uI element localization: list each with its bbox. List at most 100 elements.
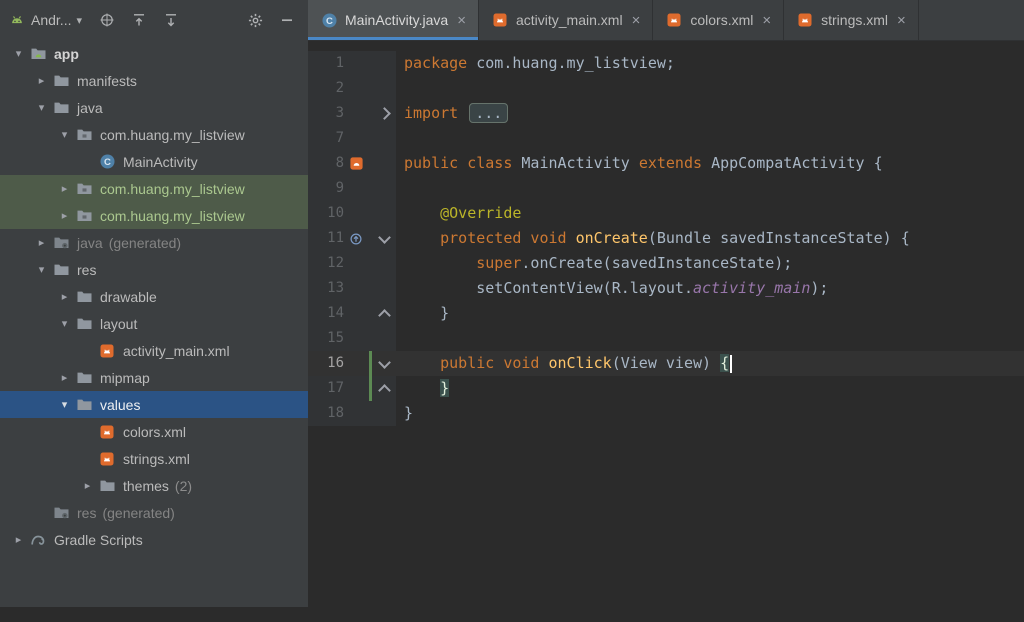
tree-item-com-huang-my-listview[interactable]: ▸ com.huang.my_listview — [0, 175, 308, 202]
tree-item-mipmap[interactable]: ▸ mipmap — [0, 364, 308, 391]
tree-item-colors-xml[interactable]: colors.xml — [0, 418, 308, 445]
tree-item-gradle-scripts[interactable]: ▸ Gradle Scripts — [0, 526, 308, 553]
code-editor[interactable]: 1 package com.huang.my_listview; 2 3 import … — [308, 41, 1024, 426]
tree-item-values[interactable]: ▾ values — [0, 391, 308, 418]
project-toolbar: Andr... ▾ — [0, 0, 308, 40]
settings-icon[interactable] — [246, 11, 264, 29]
line-number: 1 — [335, 55, 344, 71]
chevron-down-icon[interactable]: ▾ — [54, 317, 75, 330]
tree-item-java[interactable]: ▸ java (generated) — [0, 229, 308, 256]
change-marker-slot — [368, 301, 374, 326]
code-text[interactable]: @Override — [396, 201, 521, 226]
fold-marker-collapsed-icon[interactable] — [377, 107, 391, 120]
tree-item-manifests[interactable]: ▸ manifests — [0, 67, 308, 94]
chevron-down-icon[interactable]: ▾ — [31, 263, 52, 276]
code-text[interactable]: package com.huang.my_listview; — [396, 51, 675, 76]
chevron-down-icon[interactable]: ▾ — [54, 398, 75, 411]
line-number: 17 — [327, 380, 344, 396]
code-text[interactable]: } — [396, 301, 449, 326]
tab-mainactivity-java[interactable]: C MainActivity.java × — [308, 0, 479, 40]
tab-activity-main-xml[interactable]: activity_main.xml × — [479, 0, 654, 40]
chevron-right-icon[interactable]: ▸ — [31, 74, 52, 87]
chevron-right-icon[interactable]: ▸ — [54, 290, 75, 303]
android-logo-icon — [8, 11, 26, 29]
close-icon[interactable]: × — [632, 13, 641, 28]
chevron-right-icon[interactable]: ▸ — [54, 209, 75, 222]
chevron-right-icon[interactable]: ▸ — [54, 371, 75, 384]
code-text[interactable]: import ... — [396, 101, 509, 126]
fold-marker-start-icon[interactable] — [377, 355, 391, 369]
tree-item-suffix: (generated) — [102, 504, 175, 521]
code-text[interactable]: super.onCreate(savedInstanceState); — [396, 251, 792, 276]
chevron-right-icon[interactable]: ▸ — [31, 236, 52, 249]
change-marker-slot — [368, 251, 374, 276]
chevron-right-icon[interactable]: ▸ — [77, 479, 98, 492]
tree-item-app[interactable]: ▾ app — [0, 40, 308, 67]
tree-item-drawable[interactable]: ▸ drawable — [0, 283, 308, 310]
line-number: 15 — [327, 330, 344, 346]
line-number: 18 — [327, 405, 344, 421]
fold-column — [374, 355, 394, 369]
line-number: 10 — [327, 205, 344, 221]
close-icon[interactable]: × — [457, 13, 466, 28]
code-line-9: 9 — [308, 176, 1024, 201]
svg-text:C: C — [326, 15, 333, 26]
xml-icon — [98, 451, 116, 467]
tree-item-res[interactable]: ▾ res — [0, 256, 308, 283]
tree-item-themes[interactable]: ▸ themes (2) — [0, 472, 308, 499]
tree-item-layout[interactable]: ▾ layout — [0, 310, 308, 337]
close-icon[interactable]: × — [762, 13, 771, 28]
tree-item-com-huang-my-listview[interactable]: ▸ com.huang.my_listview — [0, 202, 308, 229]
hide-panel-icon[interactable] — [278, 11, 296, 29]
project-tree: ▾ app ▸ manifests ▾ java ▾ com.huang.my_listvie… — [0, 40, 308, 553]
tab-strings-xml[interactable]: strings.xml × — [784, 0, 919, 40]
tab-label: colors.xml — [690, 12, 754, 28]
code-text[interactable]: setContentView(R.layout.activity_main); — [396, 276, 828, 301]
tree-item-java[interactable]: ▾ java — [0, 94, 308, 121]
code-text[interactable]: protected void onCreate(Bundle savedInst… — [396, 226, 910, 251]
override-icon[interactable] — [347, 230, 365, 248]
collapse-all-icon[interactable] — [130, 11, 148, 29]
fold-marker-end-icon[interactable] — [377, 308, 391, 322]
code-text[interactable]: } — [396, 401, 413, 426]
gutter-android-icon[interactable] — [347, 155, 365, 173]
chevron-down-icon[interactable]: ▾ — [54, 128, 75, 141]
project-view-label: Andr... — [31, 12, 72, 28]
locate-icon[interactable] — [98, 11, 116, 29]
code-line-7: 7 — [308, 126, 1024, 151]
chevron-right-icon[interactable]: ▸ — [54, 182, 75, 195]
code-text[interactable]: public class MainActivity extends AppCom… — [396, 151, 883, 176]
tree-item-label: com.huang.my_listview — [100, 207, 245, 224]
tree-item-label: colors.xml — [123, 423, 187, 440]
project-panel: Andr... ▾ ▾ app ▸ manifests ▾ java ▾ com.huang.… — [0, 0, 308, 607]
tab-colors-xml[interactable]: colors.xml × — [653, 0, 785, 40]
chevron-down-icon[interactable]: ▾ — [8, 47, 29, 60]
tree-item-label: res — [77, 261, 97, 278]
tree-item-com-huang-my-listview[interactable]: ▾ com.huang.my_listview — [0, 121, 308, 148]
tree-item-label: Gradle Scripts — [54, 531, 143, 548]
code-text[interactable]: } — [396, 376, 450, 401]
expand-all-icon[interactable] — [162, 11, 180, 29]
chevron-down-icon[interactable]: ▾ — [31, 101, 52, 114]
code-line-12: 12 super.onCreate(savedInstanceState); — [308, 251, 1024, 276]
tree-item-label: MainActivity — [123, 153, 198, 170]
tree-item-res[interactable]: res (generated) — [0, 499, 308, 526]
tree-item-suffix: (generated) — [108, 234, 182, 251]
tree-item-label: strings.xml — [123, 450, 190, 467]
chevron-right-icon[interactable]: ▸ — [8, 533, 29, 546]
tree-item-strings-xml[interactable]: strings.xml — [0, 445, 308, 472]
tab-label: strings.xml — [821, 12, 889, 28]
gen-folder-icon — [52, 235, 70, 251]
editor-area: C MainActivity.java × activity_main.xml × col… — [308, 0, 1024, 622]
fold-marker-end-icon[interactable] — [377, 383, 391, 397]
editor-gutter: 1 — [308, 51, 396, 76]
package-icon — [75, 181, 93, 197]
tree-item-label: values — [100, 396, 141, 413]
xml-icon — [491, 11, 509, 29]
fold-marker-start-icon[interactable] — [377, 230, 391, 244]
project-view-selector[interactable]: Andr... ▾ — [8, 11, 82, 29]
close-icon[interactable]: × — [897, 13, 906, 28]
tree-item-activity-main-xml[interactable]: activity_main.xml — [0, 337, 308, 364]
code-text[interactable]: public void onClick(View view) { — [396, 351, 733, 376]
tree-item-mainactivity[interactable]: C MainActivity — [0, 148, 308, 175]
